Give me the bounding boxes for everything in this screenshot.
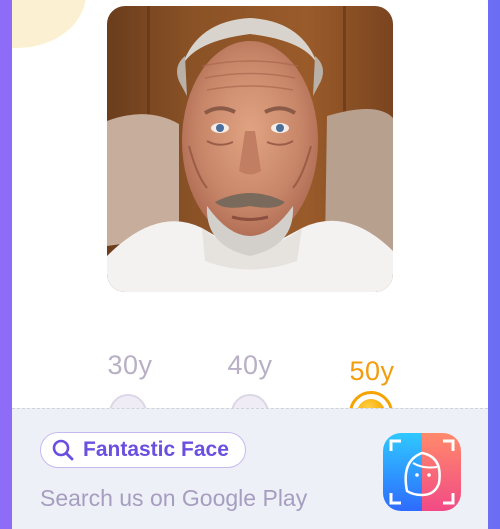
photo-illustration: [107, 6, 393, 292]
age-label-40[interactable]: 40y: [227, 350, 272, 381]
fantastic-face-app-icon[interactable]: [383, 433, 461, 511]
google-play-subtext: Search us on Google Play: [40, 485, 308, 511]
age-label-30[interactable]: 30y: [107, 350, 152, 381]
search-icon: [52, 439, 74, 461]
aged-face-photo: [107, 6, 393, 292]
promo-footer: Fantastic Face Search us on Google Play: [12, 408, 488, 529]
search-pill[interactable]: Fantastic Face: [40, 432, 246, 468]
decorative-blob: [12, 0, 86, 48]
age-label-50[interactable]: 50y: [349, 356, 394, 387]
search-pill-label: Fantastic Face: [83, 438, 229, 461]
